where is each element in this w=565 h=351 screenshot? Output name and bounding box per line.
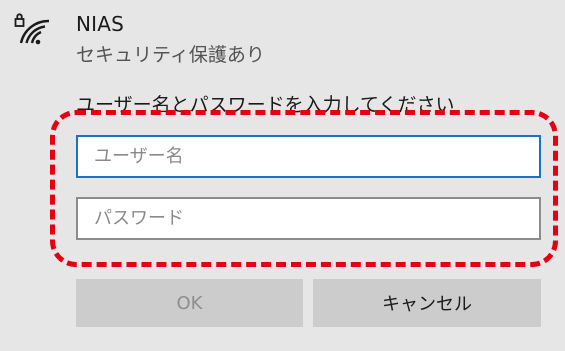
network-name: NIAS: [76, 12, 125, 36]
cancel-button[interactable]: キャンセル: [313, 279, 541, 327]
username-input[interactable]: [76, 135, 541, 178]
credentials-prompt: ユーザー名とパスワードを入力してください: [76, 94, 455, 116]
highlight-frame: [50, 110, 558, 267]
wifi-login-panel: NIAS セキュリティ保護あり ユーザー名とパスワードを入力してください OK …: [0, 0, 565, 351]
security-status: セキュリティ保護あり: [76, 44, 265, 66]
secured-wifi-icon: [14, 12, 54, 46]
ok-button[interactable]: OK: [76, 279, 303, 327]
password-input[interactable]: [76, 197, 541, 240]
